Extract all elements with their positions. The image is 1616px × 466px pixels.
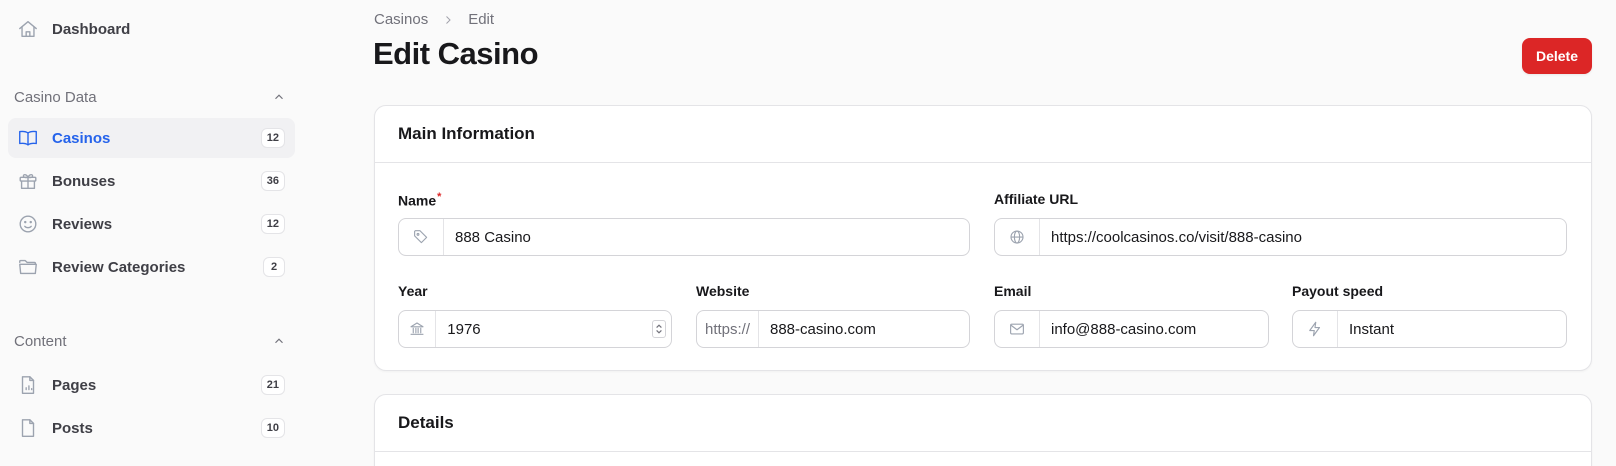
building-library-icon [399,311,437,347]
sidebar-item-label: Review Categories [52,258,186,276]
email-label: Email [994,283,1032,299]
sidebar-item-bonuses[interactable]: Bonuses 36 [8,161,295,201]
email-input[interactable] [1040,311,1268,347]
sidebar-item-label: Dashboard [52,20,131,38]
affiliate-url-field-group [994,218,1567,256]
required-marker: * [437,191,442,203]
face-smile-icon [16,212,40,236]
gift-icon [16,169,40,193]
sidebar-group-casino-data[interactable]: Casino Data [14,85,286,109]
chevron-up-icon [275,338,283,344]
count-badge: 36 [260,171,285,191]
sidebar-group-label: Content [14,332,67,350]
sidebar-group-content[interactable]: Content [14,329,286,353]
sidebar-item-dashboard[interactable]: Dashboard [8,9,295,49]
envelope-icon [995,311,1040,347]
document-chart-icon [16,373,40,397]
globe-icon [995,219,1040,255]
payout-speed-field-group [1292,310,1567,348]
website-prefix: https:// [697,311,759,347]
website-label: Website [696,283,750,299]
name-field-group [398,218,970,256]
name-label: Name* [398,191,441,209]
page-title: Edit Casino [373,36,539,71]
up-down-arrows-icon [651,320,666,338]
count-badge: 10 [260,418,285,438]
year-stepper[interactable] [646,311,671,347]
count-badge: 2 [263,257,285,277]
chevron-up-icon [275,94,283,100]
breadcrumb-link-casinos[interactable]: Casinos [374,11,428,28]
section-heading: Details [375,395,1591,452]
sidebar-item-label: Pages [52,376,97,394]
book-open-icon [16,126,40,150]
delete-button[interactable]: Delete [1522,38,1592,74]
sidebar-item-posts[interactable]: Posts 10 [8,408,295,448]
sidebar-item-reviews[interactable]: Reviews 12 [8,204,295,244]
payout-speed-label: Payout speed [1292,283,1384,299]
tag-icon [399,219,444,255]
website-input[interactable] [759,311,969,347]
breadcrumb: Casinos Edit [374,11,494,28]
affiliate-url-label: Affiliate URL [994,191,1078,207]
count-badge: 21 [260,375,285,395]
bolt-icon [1293,311,1338,347]
sidebar-item-label: Casinos [52,129,111,147]
sidebar-group-label: Casino Data [14,88,97,106]
folder-open-icon [16,255,40,279]
email-field-group [994,310,1269,348]
website-field-group: https:// [696,310,970,348]
sidebar-item-review-categories[interactable]: Review Categories 2 [8,247,295,287]
sidebar-item-label: Posts [52,419,93,437]
sidebar-item-label: Reviews [52,215,113,233]
year-input[interactable] [436,311,647,347]
year-field-group [398,310,672,348]
chevron-right-icon [442,14,454,26]
sidebar-item-label: Bonuses [52,172,116,190]
sidebar-item-pages[interactable]: Pages 21 [8,365,295,405]
home-icon [16,17,40,41]
document-icon [16,416,40,440]
sidebar-item-casinos[interactable]: Casinos 12 [8,118,295,158]
details-section: Details [374,394,1592,466]
affiliate-url-input[interactable] [1040,219,1566,255]
breadcrumb-current: Edit [468,11,495,28]
sidebar: Dashboard Casino Data Casinos 12 Bonuses… [0,0,300,466]
count-badge: 12 [260,214,285,234]
name-input[interactable] [444,219,969,255]
year-label: Year [398,283,428,299]
main-information-section: Main Information Name* Affiliate URL Yea… [374,105,1592,371]
count-badge: 12 [260,128,285,148]
payout-speed-input[interactable] [1338,311,1566,347]
section-heading: Main Information [375,106,1591,163]
name-label-text: Name [398,192,437,209]
